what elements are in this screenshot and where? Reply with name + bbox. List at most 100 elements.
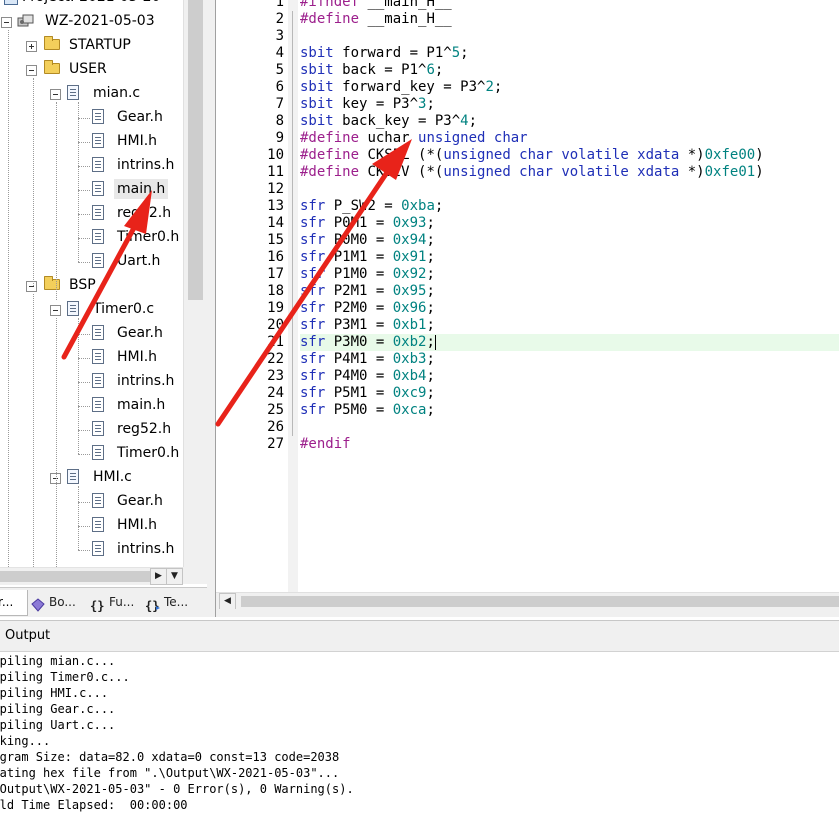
- line-number: 11: [267, 164, 284, 180]
- collapse-toggle-icon[interactable]: [26, 65, 37, 76]
- scroll-down-arrow-icon[interactable]: ▼: [166, 568, 183, 585]
- tree-connector-line: [78, 102, 79, 262]
- code-line[interactable]: sfr P0M1 = 0x93;: [300, 215, 839, 232]
- code-line[interactable]: #define __main_H__: [300, 11, 839, 28]
- scroll-right-arrow-icon[interactable]: ▶: [150, 568, 167, 585]
- tree-item-header-intrins-h[interactable]: intrins.h: [0, 538, 183, 562]
- code-line[interactable]: [300, 181, 839, 198]
- code-line[interactable]: #define uchar unsigned char: [300, 130, 839, 147]
- tree-connector-line: [78, 166, 90, 167]
- output-line: Compiling Timer0.c...: [0, 670, 130, 684]
- code-token: ;: [460, 45, 469, 61]
- project-tab-functions[interactable]: {} Fu...: [90, 590, 140, 615]
- tree-item-header-hmi-h[interactable]: HMI.h: [0, 514, 183, 538]
- tree-item-group-startup[interactable]: STARTUP: [0, 34, 183, 58]
- code-line[interactable]: sfr P5M0 = 0xca;: [300, 402, 839, 419]
- tree-item-file-hmi-c[interactable]: HMI.c: [0, 466, 183, 490]
- code-line[interactable]: sbit forward_key = P3^2;: [300, 79, 839, 96]
- header-file-icon: [92, 373, 104, 388]
- code-line[interactable]: [300, 28, 839, 45]
- code-line[interactable]: #define CKDIV (*(unsigned char volatile …: [300, 164, 839, 181]
- tree-item-file-timer0-c[interactable]: Timer0.c: [0, 298, 183, 322]
- output-line: Program Size: data=82.0 xdata=0 const=13…: [0, 750, 340, 764]
- tree-item-header-reg52-h[interactable]: reg52.h: [0, 202, 183, 226]
- code-line[interactable]: sbit key = P3^3;: [300, 96, 839, 113]
- code-line[interactable]: sfr P3M1 = 0xb1;: [300, 317, 839, 334]
- header-file-icon: [92, 157, 104, 172]
- tree-item-target[interactable]: WZ-2021-05-03: [0, 10, 183, 34]
- tree-item-group-bsp[interactable]: BSP: [0, 274, 183, 298]
- output-line: Compiling HMI.c...: [0, 686, 109, 700]
- output-text-area[interactable]: Compiling mian.c... Compiling Timer0.c...…: [0, 651, 839, 819]
- scroll-left-arrow-icon[interactable]: ◀: [219, 593, 236, 610]
- tree-item-project[interactable]: Project: 2021-05-20: [0, 0, 183, 10]
- code-token: sfr: [300, 232, 326, 248]
- code-line[interactable]: sfr P4M1 = 0xb3;: [300, 351, 839, 368]
- code-token: sbit: [300, 96, 334, 112]
- fold-margin[interactable]: [288, 0, 298, 592]
- tree-item-header-main-h[interactable]: main.h: [0, 178, 183, 202]
- current-code-line[interactable]: sfr P3M0 = 0xb2;: [300, 334, 839, 351]
- code-token: 4: [460, 113, 469, 129]
- project-tab-project[interactable]: Pr...: [0, 590, 28, 616]
- output-title: Output: [5, 628, 51, 643]
- tree-vertical-scrollbar[interactable]: [183, 0, 207, 567]
- code-token: sfr: [300, 249, 326, 265]
- c-file-icon: [67, 301, 79, 316]
- build-output-panel: Output Compiling mian.c... Compiling Time…: [0, 620, 839, 819]
- tree-item-header-uart-h[interactable]: Uart.h: [0, 250, 183, 274]
- code-editor[interactable]: 1 2 3 4 5 6 7 8 9 10 11 12 13 14 15 16 17 18 19 20 21 22 23 24 2…: [215, 0, 839, 617]
- code-line[interactable]: sfr P1M0 = 0x92;: [300, 266, 839, 283]
- collapse-toggle-icon[interactable]: [1, 17, 12, 28]
- code-token: back = P1^: [333, 62, 427, 78]
- tree-item-header-label: Timer0.h: [117, 445, 180, 461]
- tree-item-header-hmi-h[interactable]: HMI.h: [0, 130, 183, 154]
- collapse-toggle-icon[interactable]: [50, 89, 61, 100]
- code-line[interactable]: #define CKSEL (*(unsigned char volatile …: [300, 147, 839, 164]
- code-line[interactable]: #endif: [300, 436, 839, 453]
- code-line[interactable]: sfr P_SW2 = 0xba;: [300, 198, 839, 215]
- tree-item-header-reg52-h[interactable]: reg52.h: [0, 418, 183, 442]
- code-line[interactable]: sfr P0M0 = 0x94;: [300, 232, 839, 249]
- tree-item-header-gear-h[interactable]: Gear.h: [0, 322, 183, 346]
- tree-item-header-intrins-h[interactable]: intrins.h: [0, 154, 183, 178]
- collapse-toggle-icon[interactable]: [26, 281, 37, 292]
- tree-item-header-gear-h[interactable]: Gear.h: [0, 106, 183, 130]
- code-token: unsigned char volatile xdata: [443, 164, 680, 180]
- code-line[interactable]: [300, 419, 839, 436]
- code-token: #define: [300, 11, 360, 27]
- code-line[interactable]: sfr P2M1 = 0x95;: [300, 283, 839, 300]
- editor-horizontal-scroll-thumb[interactable]: [241, 596, 839, 607]
- line-number: 2: [275, 11, 284, 27]
- tree-item-file-mian-c[interactable]: mian.c: [0, 82, 183, 106]
- editor-horizontal-scrollbar[interactable]: ◀: [216, 592, 839, 610]
- tree-vertical-scroll-thumb[interactable]: [188, 0, 203, 300]
- project-tab-templates[interactable]: {} Te...: [145, 590, 197, 615]
- tree-item-header-hmi-h[interactable]: HMI.h: [0, 346, 183, 370]
- header-file-icon: [92, 205, 104, 220]
- code-token: P_SW2 =: [325, 198, 402, 214]
- tree-horizontal-scrollbar[interactable]: ▶ ▼: [0, 567, 183, 585]
- tree-horizontal-scroll-thumb[interactable]: [0, 571, 155, 582]
- project-tab-books[interactable]: Bo...: [30, 590, 82, 615]
- collapse-toggle-icon[interactable]: [50, 305, 61, 316]
- code-area[interactable]: #ifndef __main_H__ #define __main_H__sbit…: [300, 0, 839, 592]
- tree-item-header-gear-h[interactable]: Gear.h: [0, 490, 183, 514]
- code-line[interactable]: sfr P1M1 = 0x91;: [300, 249, 839, 266]
- tree-item-header-timer0-h[interactable]: Timer0.h: [0, 226, 183, 250]
- tree-item-header-timer0-h[interactable]: Timer0.h: [0, 442, 183, 466]
- tree-item-group-user[interactable]: USER: [0, 58, 183, 82]
- code-line[interactable]: sbit back = P1^6;: [300, 62, 839, 79]
- code-line[interactable]: sbit back_key = P3^4;: [300, 113, 839, 130]
- code-line[interactable]: sfr P4M0 = 0xb4;: [300, 368, 839, 385]
- svg-text:{}: {}: [145, 599, 159, 612]
- pane-splitter[interactable]: [207, 0, 215, 617]
- code-line[interactable]: sfr P2M0 = 0x96;: [300, 300, 839, 317]
- tree-item-header-intrins-h[interactable]: intrins.h: [0, 370, 183, 394]
- code-token: ;: [426, 249, 435, 265]
- code-line[interactable]: sfr P5M1 = 0xc9;: [300, 385, 839, 402]
- expand-toggle-icon[interactable]: [26, 41, 37, 52]
- tree-item-header-main-h[interactable]: main.h: [0, 394, 183, 418]
- code-line[interactable]: #ifndef __main_H__: [300, 0, 839, 11]
- code-line[interactable]: sbit forward = P1^5;: [300, 45, 839, 62]
